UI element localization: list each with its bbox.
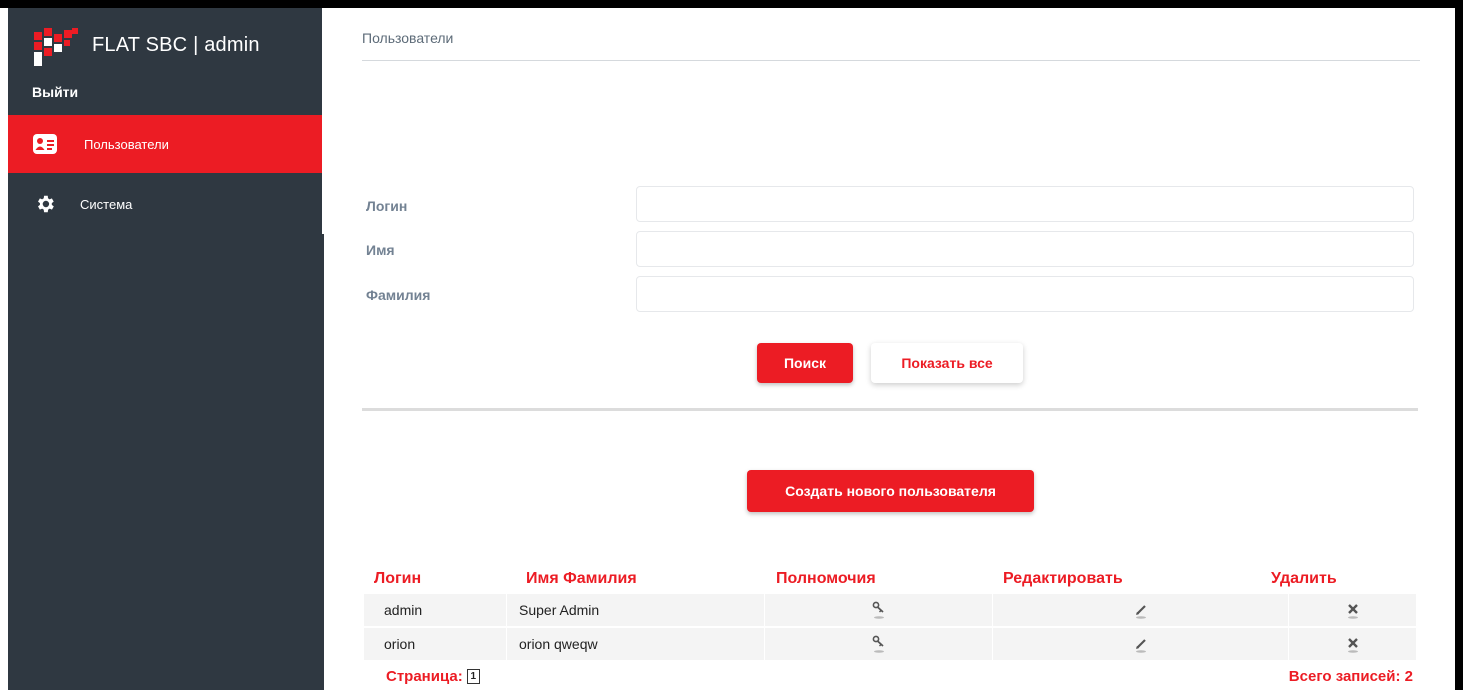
gear-icon bbox=[32, 193, 58, 215]
sidebar-divider bbox=[322, 8, 324, 234]
delete-cross-icon[interactable] bbox=[1288, 594, 1416, 626]
app-title: FLAT SBC | admin bbox=[92, 34, 260, 56]
column-header-delete: Удалить bbox=[1271, 570, 1337, 587]
cell-login: admin bbox=[384, 602, 423, 618]
surname-label: Фамилия bbox=[366, 287, 431, 303]
user-card-icon bbox=[32, 133, 58, 155]
table-row: admin Super Admin bbox=[364, 594, 1416, 626]
total-records: Всего записей: 2 bbox=[1288, 668, 1413, 685]
page-link[interactable]: 1 bbox=[466, 669, 480, 684]
sidebar-item-label: Пользователи bbox=[84, 136, 169, 152]
cell-name: Super Admin bbox=[506, 594, 764, 626]
login-label: Логин bbox=[366, 198, 408, 214]
delete-cross-icon[interactable] bbox=[1288, 628, 1416, 660]
sidebar-item-users[interactable]: Пользователи bbox=[8, 115, 322, 173]
login-input[interactable] bbox=[636, 186, 1414, 222]
edit-pencil-icon[interactable] bbox=[992, 628, 1288, 660]
permissions-key-icon[interactable] bbox=[764, 594, 992, 626]
flat-logo-icon bbox=[34, 28, 78, 66]
column-header-edit: Редактировать bbox=[1003, 570, 1123, 587]
create-user-button[interactable]: Создать нового пользователя bbox=[747, 470, 1034, 512]
table-row: orion orion qweqw bbox=[364, 628, 1416, 660]
window-right-border bbox=[1455, 0, 1463, 690]
page-label: Страница: bbox=[386, 668, 463, 685]
brand: FLAT SBC | admin bbox=[8, 8, 322, 80]
sidebar-item-label: Система bbox=[80, 196, 133, 212]
window-top-border bbox=[0, 0, 1463, 8]
edit-pencil-icon[interactable] bbox=[992, 594, 1288, 626]
surname-input[interactable] bbox=[636, 276, 1414, 312]
column-header-login: Логин bbox=[374, 570, 422, 587]
permissions-key-icon[interactable] bbox=[764, 628, 992, 660]
show-all-button[interactable]: Показать все bbox=[871, 343, 1023, 383]
sidebar-item-system[interactable]: Система bbox=[8, 175, 322, 233]
pagination: Страница: 1 bbox=[386, 668, 480, 685]
cell-name: orion qweqw bbox=[506, 628, 764, 660]
logout-link[interactable]: Выйти bbox=[32, 84, 78, 100]
sidebar: FLAT SBC | admin Выйти Пользователи Сист… bbox=[8, 8, 324, 690]
name-input[interactable] bbox=[636, 231, 1414, 267]
name-label: Имя bbox=[366, 242, 395, 258]
breadcrumb: Пользователи bbox=[362, 30, 454, 46]
column-header-name: Имя Фамилия bbox=[526, 570, 637, 587]
breadcrumb-divider bbox=[362, 60, 1420, 61]
column-header-permissions: Полномочия bbox=[776, 570, 876, 587]
search-button[interactable]: Поиск bbox=[757, 343, 853, 383]
cell-login: orion bbox=[384, 636, 416, 652]
section-divider bbox=[362, 408, 1418, 411]
